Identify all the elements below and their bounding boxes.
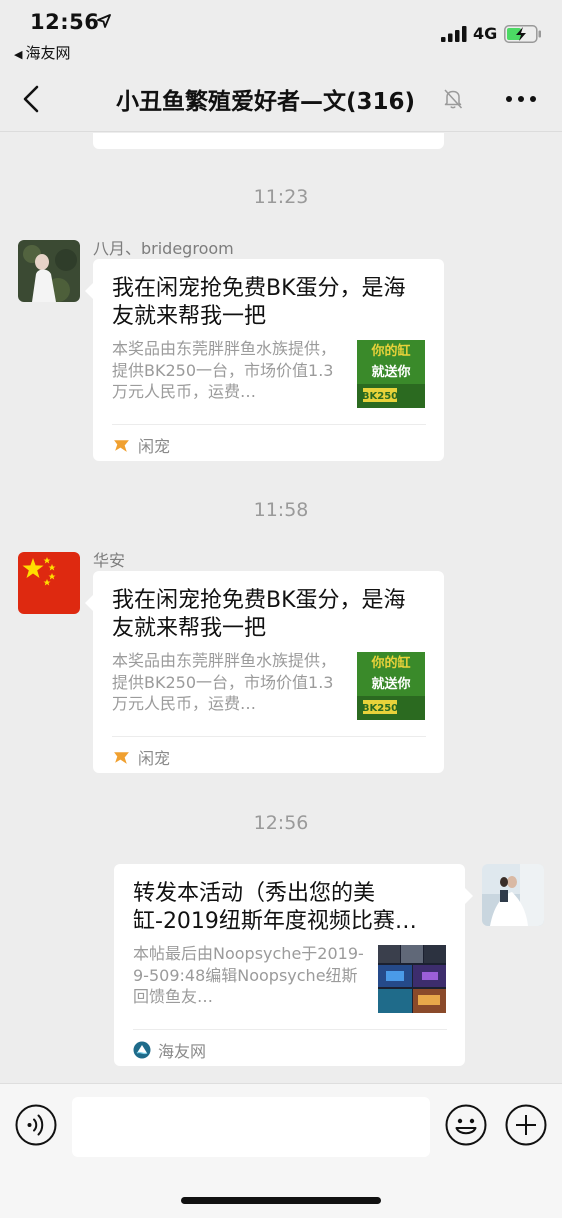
thumb-text-3: BK250 bbox=[362, 391, 398, 402]
thumb-text-1: 你的缸 bbox=[370, 343, 410, 359]
haiyouwang-logo-icon bbox=[133, 1041, 151, 1059]
card-title: 我在闲宠抢免费BK蛋分，是海友就来帮我一把 bbox=[112, 588, 406, 641]
card-source: 海友网 bbox=[133, 1038, 206, 1062]
card-description: 本奖品由东莞胖胖鱼水族提供，提供BK250一台，市场价值1.3万元人民币，运费… bbox=[112, 651, 337, 713]
sender-name: 华安 bbox=[93, 551, 126, 570]
avatar-photo bbox=[482, 864, 544, 926]
location-arrow-icon bbox=[97, 14, 111, 28]
avatar[interactable] bbox=[18, 240, 80, 302]
card-source-label: 海友网 bbox=[158, 1042, 207, 1061]
timestamp: 11:23 bbox=[253, 186, 309, 208]
voice-input-icon[interactable] bbox=[15, 1104, 57, 1146]
back-triangle-icon: ◀ bbox=[14, 48, 23, 61]
timestamp: 12:56 bbox=[253, 812, 309, 834]
home-indicator[interactable] bbox=[181, 1197, 381, 1204]
thumb-text-2: 就送你 bbox=[371, 676, 410, 692]
chat-title: 小丑鱼繁殖爱好者—文(316) bbox=[116, 89, 416, 115]
avatar-photo bbox=[18, 240, 80, 302]
card-source-label: 闲宠 bbox=[138, 437, 171, 456]
back-to-app-link[interactable]: ◀ 海友网 bbox=[14, 42, 70, 63]
chat-header: 小丑鱼繁殖爱好者—文(316) bbox=[0, 66, 562, 132]
thumb-text-2: 就送你 bbox=[371, 364, 410, 380]
thumbnail-image: 你的缸 就送你 BK250 bbox=[357, 340, 425, 408]
card-source: 闲宠 bbox=[112, 433, 170, 457]
thumbnail-image bbox=[378, 945, 446, 1013]
more-actions-plus-icon[interactable] bbox=[505, 1104, 547, 1146]
xianchong-logo-icon bbox=[114, 751, 129, 764]
china-flag-avatar bbox=[18, 552, 80, 614]
status-bar: 12:56 ◀ 海友网 4G bbox=[0, 0, 562, 66]
bubble-tail bbox=[85, 283, 93, 299]
card-description: 本帖最后由Noopsyche于2019-9-509:48编辑Noopsyche纽… bbox=[133, 944, 364, 1006]
shared-link-card[interactable]: 我在闲宠抢免费BK蛋分，是海友就来帮我一把 本奖品由东莞胖胖鱼水族提供，提供BK… bbox=[93, 571, 444, 773]
battery-charging-icon bbox=[504, 25, 541, 43]
card-title: 转发本活动（秀出您的美缸-2019纽斯年度视频比赛… bbox=[133, 880, 435, 938]
shared-link-card[interactable]: 转发本活动（秀出您的美缸-2019纽斯年度视频比赛… 本帖最后由Noopsych… bbox=[114, 864, 465, 1066]
back-app-label: 海友网 bbox=[25, 44, 71, 62]
previous-message-card[interactable]: 闲宠 bbox=[93, 133, 444, 149]
back-chevron-icon[interactable] bbox=[18, 84, 46, 114]
card-source: 闲宠 bbox=[112, 745, 170, 769]
thumb-text-3: BK250 bbox=[362, 703, 398, 714]
bubble-tail bbox=[85, 595, 93, 611]
network-type: 4G bbox=[473, 24, 498, 43]
thumbnail-image: 你的缸 就送你 BK250 bbox=[357, 652, 425, 720]
thumb-text-1: 你的缸 bbox=[370, 655, 410, 671]
emoji-icon[interactable] bbox=[445, 1104, 487, 1146]
card-divider bbox=[133, 1029, 447, 1030]
my-avatar[interactable] bbox=[482, 864, 544, 926]
shared-link-card[interactable]: 我在闲宠抢免费BK蛋分，是海友就来帮我一把 本奖品由东莞胖胖鱼水族提供，提供BK… bbox=[93, 259, 444, 461]
status-time: 12:56 bbox=[30, 10, 100, 34]
card-thumbnail: 你的缸 就送你 BK250 bbox=[357, 340, 425, 408]
card-title: 我在闲宠抢免费BK蛋分，是海友就来帮我一把 bbox=[112, 276, 406, 329]
timestamp: 11:58 bbox=[253, 499, 309, 521]
card-source-label: 闲宠 bbox=[138, 749, 171, 768]
message-list[interactable]: 闲宠 11:23 八月、bridegroom 我在闲宠抢免费BK蛋分，是海友就来… bbox=[0, 133, 562, 1083]
more-options-icon[interactable] bbox=[504, 90, 538, 108]
message-input[interactable] bbox=[72, 1097, 430, 1157]
xianchong-logo-icon bbox=[114, 439, 129, 452]
avatar[interactable] bbox=[18, 552, 80, 614]
sender-name: 八月、bridegroom bbox=[93, 239, 234, 258]
mute-bell-icon bbox=[444, 89, 463, 109]
card-thumbnail bbox=[378, 945, 446, 1013]
card-thumbnail: 你的缸 就送你 BK250 bbox=[357, 652, 425, 720]
card-description: 本奖品由东莞胖胖鱼水族提供，提供BK250一台，市场价值1.3万元人民币，运费… bbox=[112, 339, 337, 401]
card-divider bbox=[112, 424, 426, 425]
bubble-tail bbox=[465, 888, 473, 904]
card-title-text: 转发本活动（秀出您的美缸-2019纽斯年度视频比赛… bbox=[133, 881, 417, 934]
card-divider bbox=[112, 736, 426, 737]
cellular-signal-icon bbox=[441, 26, 467, 42]
